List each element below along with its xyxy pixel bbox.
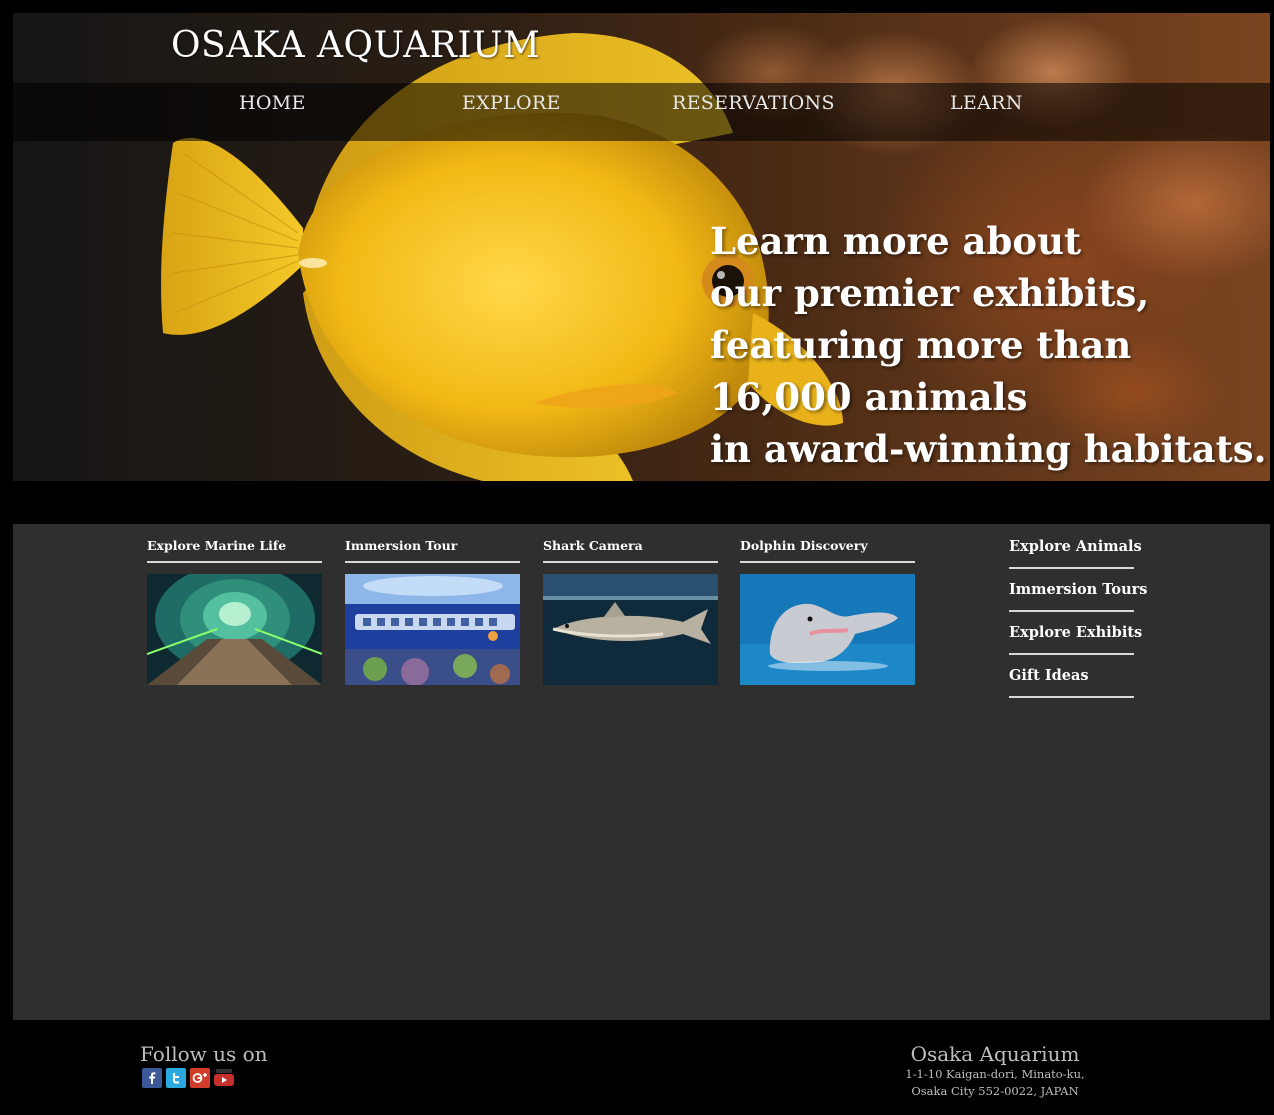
side-link-immersion-tours[interactable]: Immersion Tours bbox=[1009, 579, 1147, 612]
side-link-explore-exhibits[interactable]: Explore Exhibits bbox=[1009, 622, 1142, 655]
side-links: Explore Animals Immersion Tours Explore … bbox=[1009, 536, 1147, 708]
side-link-gift-ideas[interactable]: Gift Ideas bbox=[1009, 665, 1134, 698]
card-title[interactable]: Dolphin Discovery bbox=[740, 537, 915, 563]
nav-explore[interactable]: EXPLORE bbox=[462, 92, 561, 114]
footer-address-line: 1-1-10 Kaigan-dori, Minato-ku, bbox=[905, 1067, 1085, 1081]
nav-learn[interactable]: LEARN bbox=[950, 92, 1023, 114]
twitter-icon[interactable] bbox=[166, 1068, 186, 1088]
submarine-image[interactable] bbox=[345, 574, 520, 685]
follow-us-label: Follow us on bbox=[140, 1042, 268, 1066]
footer: Follow us on Osaka Aquarium 1-1-10 Kaiga… bbox=[0, 1020, 1274, 1115]
footer-address-line: Osaka City 552-0022, JAPAN bbox=[911, 1084, 1079, 1098]
footer-org-name: Osaka Aquarium bbox=[910, 1042, 1080, 1066]
hero-line: featuring more than bbox=[710, 323, 1132, 367]
content-panel: Explore Marine Life Immersion Tour Shark… bbox=[13, 524, 1270, 1020]
shark-image[interactable] bbox=[543, 574, 718, 685]
dolphin-image[interactable] bbox=[740, 574, 915, 685]
card-explore-marine-life[interactable]: Explore Marine Life bbox=[147, 537, 322, 685]
side-link-explore-animals[interactable]: Explore Animals bbox=[1009, 536, 1142, 569]
site-title[interactable]: OSAKA AQUARIUM bbox=[171, 25, 540, 66]
footer-address: Osaka Aquarium 1-1-10 Kaigan-dori, Minat… bbox=[880, 1042, 1110, 1100]
card-dolphin-discovery[interactable]: Dolphin Discovery bbox=[740, 537, 915, 685]
nav-reservations[interactable]: RESERVATIONS bbox=[672, 92, 835, 114]
social-links bbox=[142, 1068, 234, 1088]
nav-home[interactable]: HOME bbox=[239, 92, 306, 114]
main-nav: HOME EXPLORE RESERVATIONS LEARN bbox=[13, 83, 1270, 141]
tunnel-image[interactable] bbox=[147, 574, 322, 685]
youtube-icon[interactable] bbox=[214, 1068, 234, 1088]
hero-banner: OSAKA AQUARIUM HOME EXPLORE RESERVATIONS… bbox=[13, 13, 1270, 481]
card-title[interactable]: Immersion Tour bbox=[345, 537, 520, 563]
hero-line: 16,000 animals bbox=[710, 375, 1028, 419]
hero-line: Learn more about bbox=[710, 219, 1082, 263]
card-title[interactable]: Explore Marine Life bbox=[147, 537, 322, 563]
card-shark-camera[interactable]: Shark Camera bbox=[543, 537, 718, 685]
google-plus-icon[interactable] bbox=[190, 1068, 210, 1088]
card-title[interactable]: Shark Camera bbox=[543, 537, 718, 563]
hero-headline: Learn more about our premier exhibits, f… bbox=[710, 215, 1266, 475]
card-immersion-tour[interactable]: Immersion Tour bbox=[345, 537, 520, 685]
hero-line: in award-winning habitats. bbox=[710, 427, 1267, 471]
facebook-icon[interactable] bbox=[142, 1068, 162, 1088]
hero-line: our premier exhibits, bbox=[710, 271, 1150, 315]
